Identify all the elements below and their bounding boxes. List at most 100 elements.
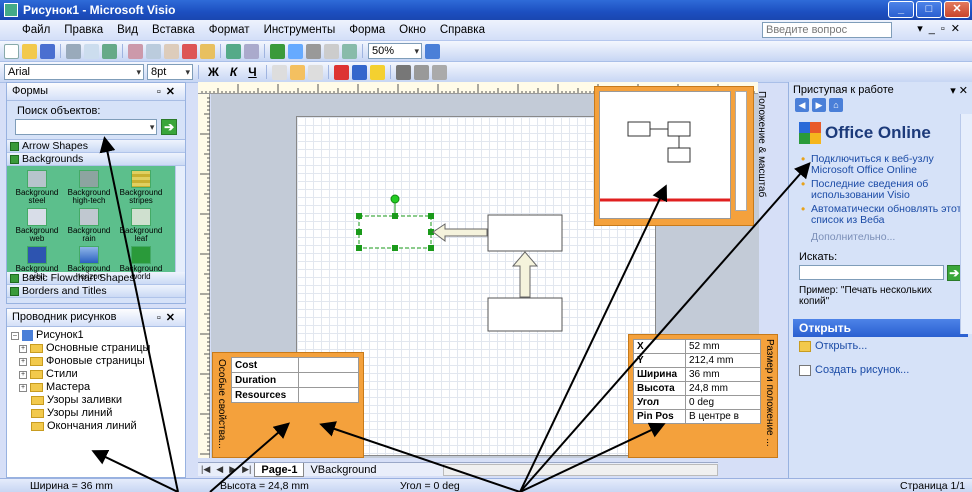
print-icon[interactable]: [66, 43, 81, 59]
prev-page-icon[interactable]: ◀: [213, 464, 226, 475]
menu-tools[interactable]: Инструменты: [257, 24, 343, 36]
tree-node[interactable]: + Основные страницы: [11, 342, 181, 355]
menu-shape[interactable]: Форма: [342, 24, 392, 36]
search-shapes-input[interactable]: [15, 119, 158, 135]
shape-background-orbit[interactable]: Background orbit: [11, 246, 63, 281]
shape-background-horizon[interactable]: Background horizon: [63, 246, 115, 281]
menu-file[interactable]: Файл: [0, 24, 57, 36]
shape-background-leaf[interactable]: Background leaf: [115, 208, 167, 243]
connector-tool-icon[interactable]: [306, 43, 321, 59]
property-value[interactable]: 212,4 mm: [685, 353, 761, 368]
task-pane-scrollbar[interactable]: [960, 114, 972, 334]
redo-icon[interactable]: [244, 43, 259, 59]
stencil-backgrounds[interactable]: Backgrounds: [7, 153, 185, 166]
mdi-window-controls[interactable]: ▾_▫✕: [917, 22, 966, 35]
link-connect-office-online[interactable]: Подключиться к веб-узлу Microsoft Office…: [799, 154, 962, 176]
stencil-scrollbar[interactable]: [175, 166, 185, 272]
task-pane-menu-icon[interactable]: ▾ ✕: [950, 84, 968, 97]
more-link[interactable]: Дополнительно...: [789, 231, 972, 243]
menu-insert[interactable]: Вставка: [145, 24, 202, 36]
cut-icon[interactable]: [128, 43, 143, 59]
tree-node[interactable]: Узоры линий: [11, 407, 181, 420]
office-online-logo[interactable]: Office Online: [799, 122, 962, 144]
shape-background-hightech[interactable]: Background high-tech: [63, 170, 115, 205]
table-row[interactable]: Y 212,4 mm: [633, 353, 761, 368]
property-value[interactable]: 0 deg: [685, 395, 761, 410]
line-weight-icon[interactable]: [395, 64, 411, 80]
menu-help[interactable]: Справка: [433, 24, 492, 36]
explorer-controls-icon[interactable]: ▫✕: [157, 311, 180, 324]
link-latest-news[interactable]: Последние сведения об использовании Visi…: [799, 179, 962, 201]
shape-background-stripes[interactable]: Background stripes: [115, 170, 167, 205]
up-block-arrow[interactable]: [511, 251, 539, 298]
shape-background-world[interactable]: Background world: [115, 246, 167, 281]
menu-edit[interactable]: Правка: [57, 24, 110, 36]
print-preview-icon[interactable]: [84, 43, 99, 59]
ask-question-input[interactable]: Введите вопрос: [762, 22, 892, 38]
stencil-borders-titles[interactable]: Borders and Titles: [7, 285, 185, 298]
underline-button[interactable]: Ч: [244, 65, 260, 79]
tab-page-1[interactable]: Page-1: [254, 462, 305, 477]
back-icon[interactable]: ◀: [795, 98, 809, 112]
table-row[interactable]: Duration: [231, 372, 359, 388]
table-row[interactable]: Cost: [231, 357, 359, 373]
pan-zoom-preview[interactable]: [599, 91, 740, 219]
new-icon[interactable]: [4, 43, 19, 59]
tree-root[interactable]: – Рисунок1: [11, 329, 181, 342]
rotation-handle[interactable]: [390, 194, 400, 204]
property-value[interactable]: 36 mm: [685, 367, 761, 382]
tree-node[interactable]: Окончания линий: [11, 420, 181, 433]
font-combo[interactable]: Arial: [4, 64, 144, 80]
bold-button[interactable]: Ж: [204, 65, 223, 79]
pointer-tool-icon[interactable]: [288, 43, 303, 59]
spelling-icon[interactable]: [102, 43, 117, 59]
zoom-slider[interactable]: [735, 91, 747, 211]
close-button[interactable]: ✕: [944, 1, 970, 18]
delete-icon[interactable]: [182, 43, 197, 59]
tab-vbackground[interactable]: VBackground: [304, 463, 382, 477]
left-block-arrow[interactable]: [432, 223, 488, 242]
paste-icon[interactable]: [164, 43, 179, 59]
shape-background-rain[interactable]: Background rain: [63, 208, 115, 243]
text-tool-icon[interactable]: [324, 43, 339, 59]
table-row[interactable]: Высота 24,8 mm: [633, 381, 761, 396]
line-ends-icon[interactable]: [431, 64, 447, 80]
help-icon[interactable]: [425, 43, 440, 59]
tree-node[interactable]: + Фоновые страницы: [11, 355, 181, 368]
format-painter-icon[interactable]: [200, 43, 215, 59]
link-auto-update[interactable]: Автоматически обновлять этот список из В…: [799, 204, 962, 226]
font-size-combo[interactable]: 8pt: [147, 64, 193, 80]
stencil-icon[interactable]: [270, 43, 285, 59]
fill-color-icon[interactable]: [369, 64, 385, 80]
align-left-icon[interactable]: [271, 64, 287, 80]
save-icon[interactable]: [40, 43, 55, 59]
tree-node[interactable]: + Мастера: [11, 381, 181, 394]
property-value[interactable]: 52 mm: [685, 339, 761, 354]
table-row[interactable]: Ширина 36 mm: [633, 367, 761, 382]
open-file-link[interactable]: Открыть...: [789, 337, 972, 355]
task-search-input[interactable]: [799, 265, 944, 280]
first-page-icon[interactable]: |◀: [198, 464, 213, 475]
create-drawing-link[interactable]: Создать рисунок...: [789, 361, 972, 379]
menu-format[interactable]: Формат: [202, 24, 257, 36]
italic-button[interactable]: К: [226, 65, 241, 79]
pane-controls-icon[interactable]: ▫✕: [157, 85, 180, 98]
align-center-icon[interactable]: [289, 64, 305, 80]
selected-rectangle[interactable]: [358, 215, 432, 249]
tree-node[interactable]: Узоры заливки: [11, 394, 181, 407]
maximize-button[interactable]: □: [916, 1, 942, 18]
minimize-button[interactable]: _: [888, 1, 914, 18]
table-row[interactable]: Resources: [231, 387, 359, 403]
drawing-tools-icon[interactable]: [342, 43, 357, 59]
tree-node[interactable]: + Стили: [11, 368, 181, 381]
forward-icon[interactable]: ▶: [812, 98, 826, 112]
process-rectangle-top[interactable]: [487, 214, 563, 252]
line-pattern-icon[interactable]: [413, 64, 429, 80]
property-value[interactable]: В центре в: [685, 409, 761, 424]
zoom-combo[interactable]: 50%: [368, 43, 422, 59]
table-row[interactable]: X 52 mm: [633, 339, 761, 354]
shape-background-steel[interactable]: Background steel: [11, 170, 63, 205]
align-right-icon[interactable]: [307, 64, 323, 80]
search-go-button[interactable]: ➔: [161, 119, 177, 135]
next-page-icon[interactable]: ▶: [226, 464, 239, 475]
